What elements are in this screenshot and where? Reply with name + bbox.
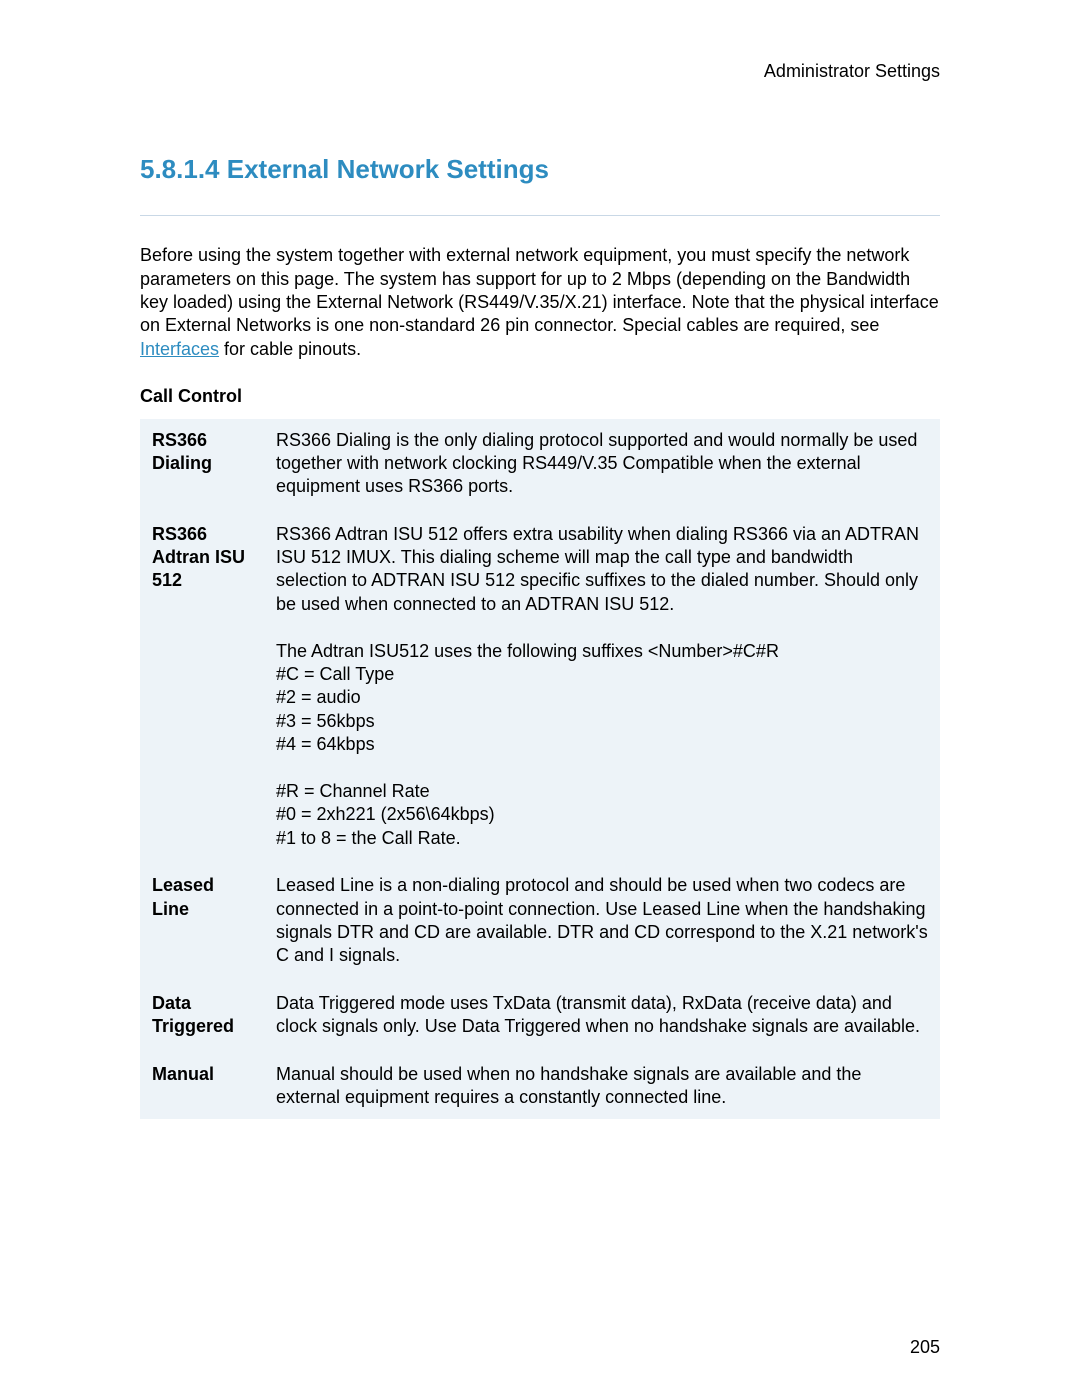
table-row: Data Triggered Data Triggered mode uses … [140,978,940,1049]
table-row: RS366 Adtran ISU 512 RS366 Adtran ISU 51… [140,509,940,860]
desc-text: Leased Line is a non-dialing protocol an… [276,874,928,968]
intro-paragraph: Before using the system together with ex… [140,244,940,361]
interfaces-link[interactable]: Interfaces [140,339,219,359]
horizontal-rule [140,215,940,216]
desc-text: Manual should be used when no handshake … [276,1063,928,1110]
term-rs366-adtran: RS366 Adtran ISU 512 [140,509,264,860]
section-number: 5.8.1.4 [140,154,220,184]
section-title-text: External Network Settings [227,154,549,184]
section-heading: 5.8.1.4 External Network Settings [140,153,940,187]
call-control-subhead: Call Control [140,385,940,408]
term-leased-line: Leased Line [140,860,264,978]
call-control-table: RS366 Dialing RS366 Dialing is the only … [140,419,940,1120]
table-row: Manual Manual should be used when no han… [140,1049,940,1120]
page: Administrator Settings 5.8.1.4 External … [0,0,1080,1397]
desc-text: RS366 Dialing is the only dialing protoc… [276,429,928,499]
table-row: RS366 Dialing RS366 Dialing is the only … [140,419,940,509]
term-data-triggered: Data Triggered [140,978,264,1049]
term-manual: Manual [140,1049,264,1120]
header-right-text: Administrator Settings [140,60,940,83]
desc-rs366-dialing: RS366 Dialing is the only dialing protoc… [264,419,940,509]
desc-rs366-adtran: RS366 Adtran ISU 512 offers extra usabil… [264,509,940,860]
desc-leased-line: Leased Line is a non-dialing protocol an… [264,860,940,978]
intro-after-link: for cable pinouts. [219,339,361,359]
desc-data-triggered: Data Triggered mode uses TxData (transmi… [264,978,940,1049]
intro-before-link: Before using the system together with ex… [140,245,939,335]
term-rs366-dialing: RS366 Dialing [140,419,264,509]
desc-text: RS366 Adtran ISU 512 offers extra usabil… [276,523,928,850]
desc-manual: Manual should be used when no handshake … [264,1049,940,1120]
table-row: Leased Line Leased Line is a non-dialing… [140,860,940,978]
page-number: 205 [910,1336,940,1359]
desc-text: Data Triggered mode uses TxData (transmi… [276,992,928,1039]
